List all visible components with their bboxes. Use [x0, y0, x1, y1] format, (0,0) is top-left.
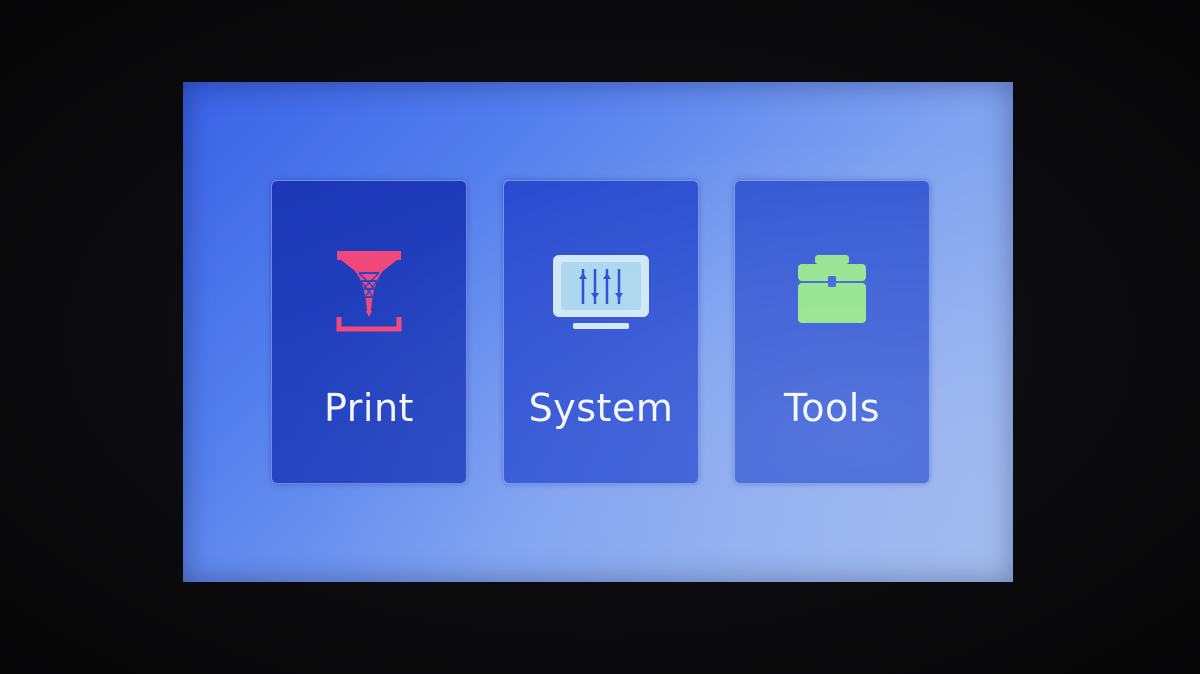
tools-label: Tools	[783, 386, 881, 430]
tools-button[interactable]: Tools	[734, 180, 930, 484]
toolbox-icon	[782, 249, 882, 339]
print-label: Print	[324, 386, 414, 430]
print-button[interactable]: Print	[271, 180, 467, 484]
system-label: System	[528, 386, 674, 430]
system-sliders-icon	[551, 249, 651, 339]
touch-screen: Print System Tools	[183, 82, 1013, 582]
system-button[interactable]: System	[503, 180, 699, 484]
print-nozzle-icon	[319, 249, 419, 339]
